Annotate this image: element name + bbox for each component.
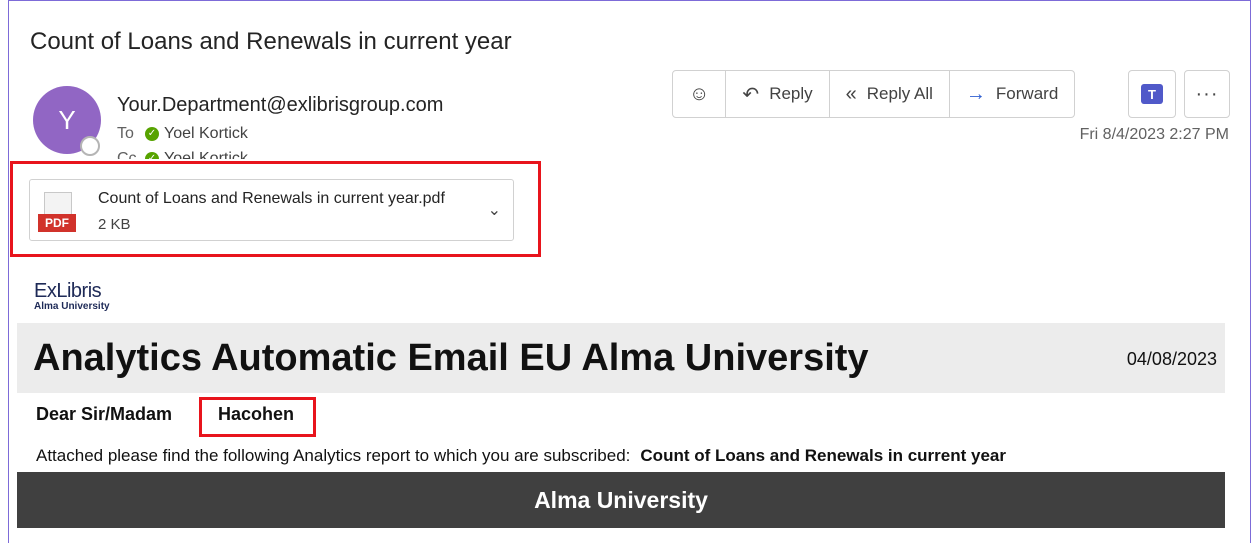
forward-button[interactable]: → Forward: [950, 71, 1074, 117]
reply-all-label: Reply All: [866, 84, 933, 103]
to-row: To ✓ Yoel Kortick: [117, 125, 248, 143]
message-actions-toolbar: ☺ ↶ Reply « Reply All → Forward: [672, 70, 1076, 118]
avatar-initial: Y: [58, 104, 76, 135]
recipient-name: Hacohen: [218, 404, 295, 424]
check-icon: ✓: [145, 127, 159, 141]
reply-all-icon: «: [845, 82, 857, 105]
banner-title: Analytics Automatic Email EU Alma Univer…: [33, 337, 869, 379]
attached-intro: Attached please find the following Analy…: [36, 446, 631, 465]
sent-date: Fri 8/4/2023 2:27 PM: [1079, 126, 1229, 143]
presence-status-icon: [80, 136, 100, 156]
reply-all-button[interactable]: « Reply All: [830, 71, 950, 117]
exlibris-logo: ExLibris Alma University: [34, 280, 110, 312]
chevron-down-icon[interactable]: ⌄: [488, 200, 501, 220]
attached-text: Attached please find the following Analy…: [36, 446, 1006, 466]
report-banner: Analytics Automatic Email EU Alma Univer…: [17, 323, 1225, 393]
footer-title: Alma University: [534, 486, 708, 513]
teams-button[interactable]: T: [1128, 70, 1176, 118]
logo-subtitle: Alma University: [34, 301, 110, 312]
reply-label: Reply: [769, 84, 813, 103]
to-recipient[interactable]: Yoel Kortick: [164, 125, 248, 143]
reply-arrow-icon: ↶: [742, 83, 760, 106]
email-subject: Count of Loans and Renewals in current y…: [30, 28, 512, 55]
forward-label: Forward: [995, 84, 1059, 103]
footer-title-bar: Alma University: [17, 472, 1225, 528]
forward-arrow-icon: →: [965, 82, 986, 105]
to-label: To: [117, 125, 134, 142]
teams-icon: T: [1141, 84, 1163, 104]
greeting: Dear Sir/Madam: [36, 404, 173, 424]
emoji-reaction-button[interactable]: ☺: [673, 71, 727, 117]
attachment-size: 2 KB: [98, 216, 131, 233]
banner-date: 04/08/2023: [1126, 349, 1217, 369]
sender-address[interactable]: Your.Department@exlibrisgroup.com: [117, 94, 443, 117]
attachment-card[interactable]: PDF Count of Loans and Renewals in curre…: [29, 179, 514, 241]
reply-button[interactable]: ↶ Reply: [726, 71, 830, 117]
logo-brand: ExLibris: [34, 280, 102, 302]
report-name: Count of Loans and Renewals in current y…: [640, 446, 1006, 465]
pdf-badge: PDF: [38, 214, 76, 232]
pdf-file-icon: PDF: [38, 192, 78, 234]
attachment-name: Count of Loans and Renewals in current y…: [98, 190, 445, 207]
smiley-icon: ☺: [689, 82, 710, 105]
more-actions-button[interactable]: ···: [1184, 70, 1230, 118]
